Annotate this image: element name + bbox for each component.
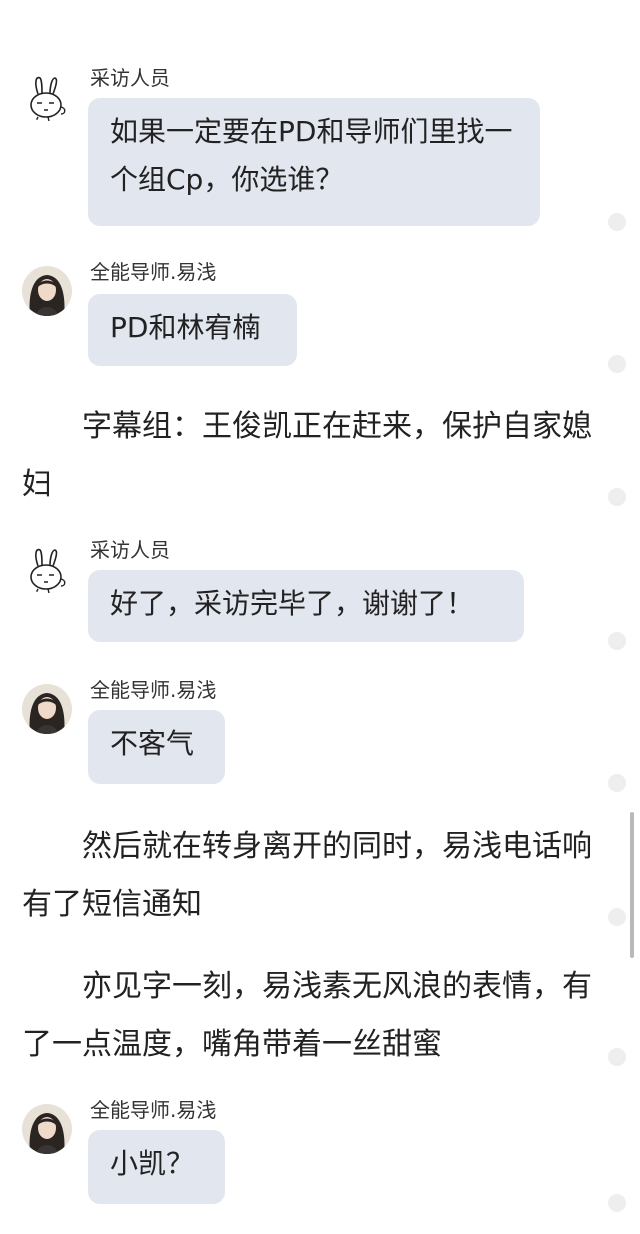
rabbit-avatar-icon[interactable] <box>22 72 72 122</box>
narration-text: 亦见字一刻，易浅素无风浪的表情，有了一点温度，嘴角带着一丝甜蜜 <box>22 969 592 1062</box>
scrollbar-thumb[interactable] <box>630 812 634 958</box>
user-avatar-photo[interactable] <box>22 1104 72 1154</box>
message-bubble[interactable]: PD和林宥楠 <box>88 294 297 366</box>
message-bubble[interactable]: 小凯？ <box>88 1130 225 1204</box>
paragraph-marker-dot[interactable] <box>608 355 626 373</box>
narration-text: 然后就在转身离开的同时，易浅电话响有了短信通知 <box>22 829 592 922</box>
paragraph-marker-dot[interactable] <box>608 774 626 792</box>
message-bubble[interactable]: 好了，采访完毕了，谢谢了！ <box>88 570 524 642</box>
paragraph-marker-dot[interactable] <box>608 632 626 650</box>
sender-name: 全能导师.易浅 <box>90 1098 217 1122</box>
paragraph-marker-dot[interactable] <box>608 1194 626 1212</box>
paragraph-marker-dot[interactable] <box>608 1048 626 1066</box>
paragraph-marker-dot[interactable] <box>608 213 626 231</box>
sender-name: 全能导师.易浅 <box>90 678 217 702</box>
message-bubble[interactable]: 如果一定要在PD和导师们里找一个组Cp，你选谁？ <box>88 98 540 226</box>
sender-name: 采访人员 <box>90 538 170 562</box>
user-avatar-photo[interactable] <box>22 684 72 734</box>
paragraph-marker-dot[interactable] <box>608 488 626 506</box>
sender-name: 全能导师.易浅 <box>90 260 217 284</box>
paragraph-marker-dot[interactable] <box>608 908 626 926</box>
user-avatar-photo[interactable] <box>22 266 72 316</box>
sender-name: 采访人员 <box>90 66 170 90</box>
message-bubble[interactable]: 不客气 <box>88 710 225 784</box>
rabbit-avatar-icon[interactable] <box>22 544 72 594</box>
narration-text: 字幕组：王俊凯正在赶来，保护自家媳妇 <box>22 409 592 502</box>
